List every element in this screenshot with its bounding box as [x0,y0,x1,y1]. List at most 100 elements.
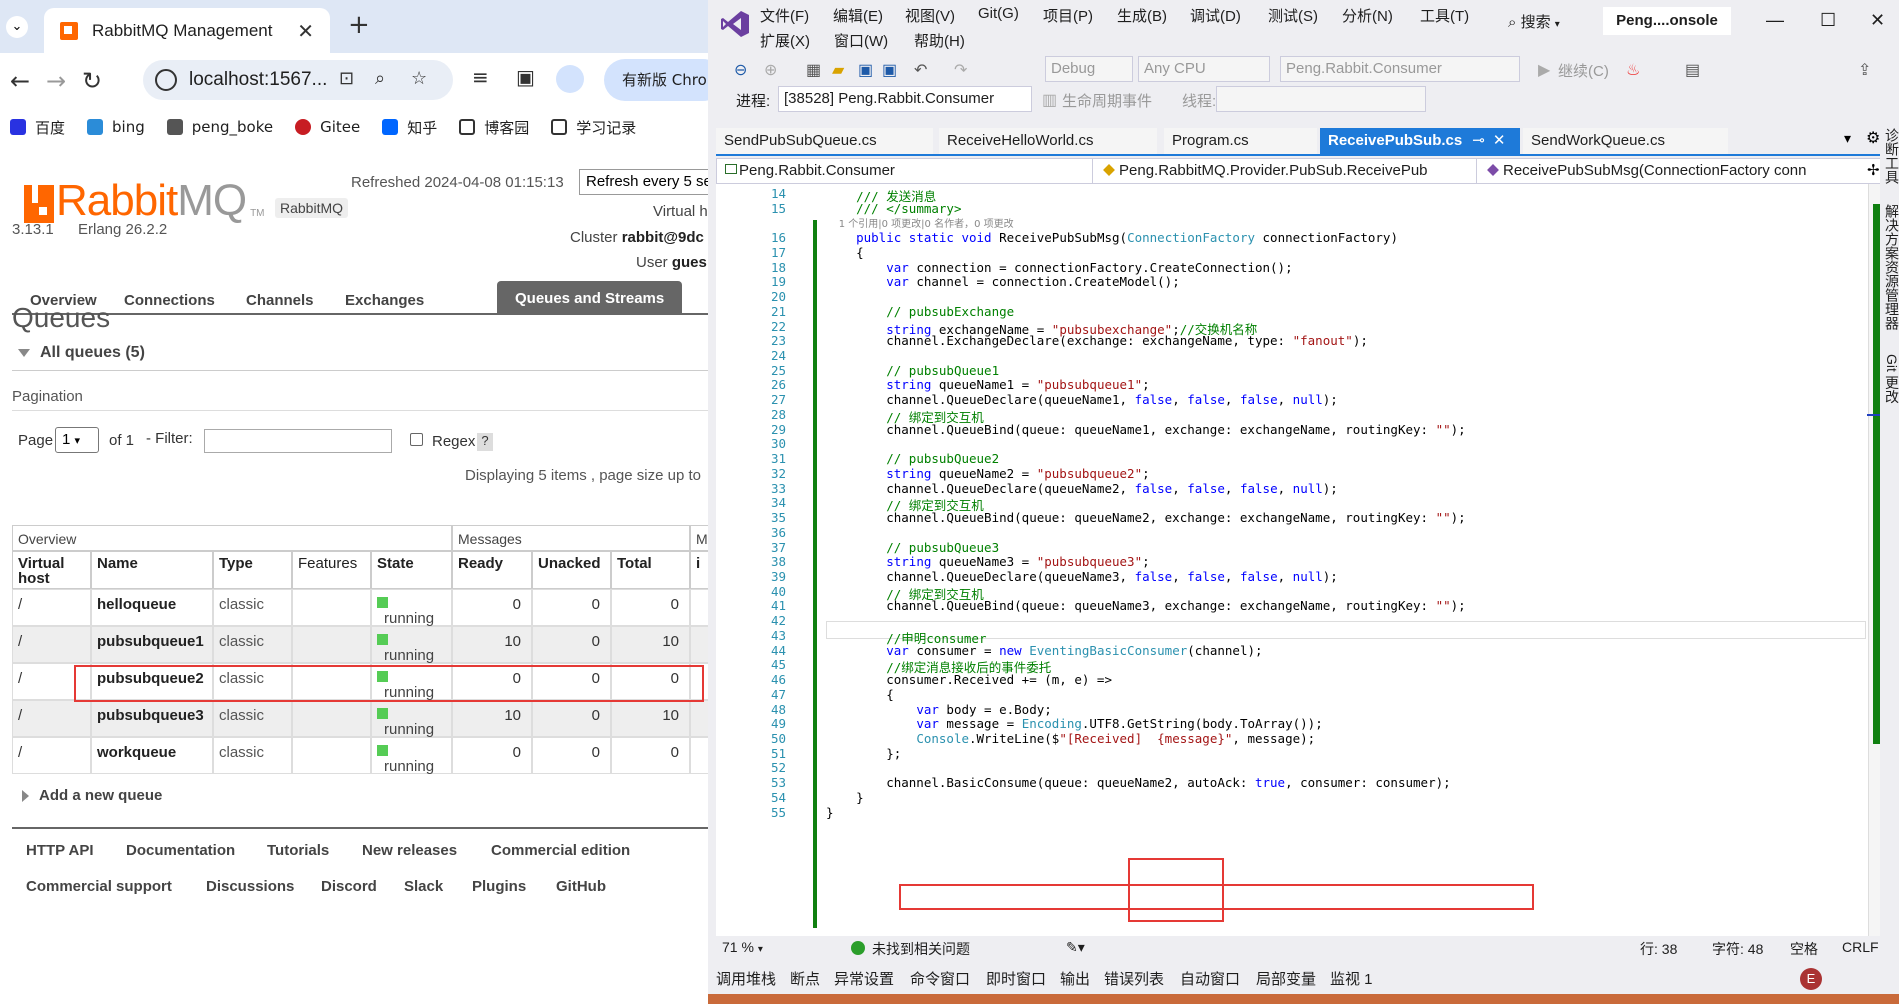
tool-tab-exception-settings[interactable]: 异常设置 [834,968,894,989]
menu-window[interactable]: 窗口(W) [834,30,888,51]
startup-project-select[interactable]: Peng.Rabbit.Consumer [1280,56,1520,82]
minimize-icon[interactable]: — [1766,10,1784,31]
tool-tab-breakpoints[interactable]: 断点 [790,968,820,989]
rail-tab-diagnostic-tools[interactable]: 诊断工具 [1882,128,1899,184]
continue-button[interactable]: 继续(C) [1558,60,1609,81]
col-features[interactable]: Features [292,551,371,589]
footer-link-commercial-edition[interactable]: Commercial edition [491,842,630,859]
queue-name-cell[interactable]: workqueue [91,737,213,774]
footer-link-slack[interactable]: Slack [404,878,443,895]
maximize-icon[interactable]: ☐ [1820,10,1836,31]
col-unacked[interactable]: Unacked [532,551,611,589]
queue-name-cell[interactable]: helloqueue [91,589,213,626]
menu-debug[interactable]: 调试(D) [1190,5,1241,26]
col-ready[interactable]: Ready [452,551,532,589]
footer-link-documentation[interactable]: Documentation [126,842,235,859]
tool-tab-output[interactable]: 输出 [1060,968,1090,989]
footer-link-commercial-support[interactable]: Commercial support [26,878,172,895]
notification-icon[interactable]: E [1800,968,1822,990]
visual-studio-logo-icon[interactable] [720,10,750,38]
new-item-icon[interactable]: ▦ [806,60,821,80]
hot-reload-icon[interactable]: ♨ [1626,60,1640,80]
close-tab-icon[interactable]: ✕ [297,19,314,43]
nav-class-select[interactable]: Peng.RabbitMQ.Provider.PubSub.ReceivePub [1097,159,1477,183]
thread-select[interactable] [1216,86,1426,112]
bookmark-baidu[interactable]: 百度 [10,117,65,138]
nav-tab-channels[interactable]: Channels [228,281,332,315]
footer-link-plugins[interactable]: Plugins [472,878,526,895]
address-bar[interactable]: localhost:1567... ⊡ ⌕ ☆ [143,60,453,100]
nav-tab-queues-and-streams[interactable]: Queues and Streams [497,281,683,315]
nav-project-select[interactable]: Peng.Rabbit.Consumer [717,159,1093,183]
line-ending-indicator[interactable]: CRLF [1842,939,1879,955]
solution-config-select[interactable]: Debug [1045,56,1133,82]
undo-icon[interactable]: ↶ [914,60,927,80]
update-chrome-button[interactable]: 有新版 Chro [604,59,708,101]
doc-tab-sendworkqueue[interactable]: SendWorkQueue.cs [1523,128,1728,154]
navigate-forward-icon[interactable]: ⊕ [764,60,777,80]
menu-analyze[interactable]: 分析(N) [1342,5,1393,26]
code-editor[interactable]: 14 15 16 17 18 19 20 21 22 23 24 25 26 27 28 29 30 31 32 33… [716,184,1886,936]
col-incoming[interactable]: i [690,551,708,589]
regex-help-button[interactable]: ? [477,433,493,451]
tool-tab-watch-1[interactable]: 监视 1 [1330,968,1373,989]
settings-gear-icon[interactable]: ⚙ [1866,128,1880,148]
site-info-icon[interactable] [155,69,177,91]
footer-link-discord[interactable]: Discord [321,878,377,895]
back-icon[interactable]: ← [10,67,30,95]
tool-tab-error-list[interactable]: 错误列表 [1104,968,1164,989]
continue-icon[interactable]: ▶ [1538,60,1550,80]
tab-overflow-icon[interactable]: ▾ [1844,130,1851,147]
nav-member-select[interactable]: ReceivePubSubMsg(ConnectionFactory conn [1481,159,1861,183]
queue-name-cell[interactable]: pubsubqueue3 [91,700,213,737]
reload-icon[interactable]: ↻ [82,67,102,95]
tool-tab-immediate-window[interactable]: 即时窗口 [986,968,1046,989]
split-editor-icon[interactable]: ✢ [1867,161,1880,179]
solution-name-badge[interactable]: Peng....onsole [1603,7,1731,35]
vs-search-box[interactable]: ⌕ 搜索 ▾ [1508,11,1560,32]
menu-project[interactable]: 项目(P) [1043,5,1093,26]
refresh-interval-select[interactable]: Refresh every 5 se [579,169,708,195]
tool-tab-locals[interactable]: 局部变量 [1256,968,1316,989]
side-panel-icon[interactable]: ▣ [516,65,535,89]
nav-tab-exchanges[interactable]: Exchanges [327,281,442,315]
menu-extensions[interactable]: 扩展(X) [760,30,810,51]
doc-tab-sendpubsubqueue[interactable]: SendPubSubQueue.cs [716,128,933,154]
footer-link-github[interactable]: GitHub [556,878,606,895]
rail-tab-solution-explorer[interactable]: 解决方案资源管理器 [1882,204,1899,330]
lifecycle-events-icon[interactable]: ▥ [1042,90,1057,110]
bookmark-study-notes[interactable]: 学习记录 [551,117,636,138]
new-tab-icon[interactable]: + [348,10,370,40]
menu-view[interactable]: 视图(V) [905,5,955,26]
col-total[interactable]: Total [611,551,690,589]
forward-icon[interactable]: → [46,67,66,95]
rail-tab-git-changes[interactable]: Git 更改 [1882,354,1899,404]
open-folder-icon[interactable]: ▰ [832,60,844,80]
close-window-icon[interactable]: ✕ [1870,10,1885,31]
doc-tab-receivehelloworld[interactable]: ReceiveHelloWorld.cs [939,128,1157,154]
col-virtual-host[interactable]: Virtual host [12,551,91,589]
lifecycle-events-button[interactable]: 生命周期事件 [1062,90,1152,111]
footer-link-discussions[interactable]: Discussions [206,878,294,895]
add-new-queue-toggle[interactable]: Add a new queue [22,787,162,804]
redo-icon[interactable]: ↷ [954,60,967,80]
regex-checkbox[interactable] [410,433,423,446]
bookmark-gitee[interactable]: Gitee [295,118,360,136]
footer-link-http-api[interactable]: HTTP API [26,842,94,859]
col-name[interactable]: Name [91,551,213,589]
menu-help[interactable]: 帮助(H) [914,30,965,51]
bookmark-peng-boke[interactable]: peng_boke [166,118,273,136]
save-all-icon[interactable]: ▣ [882,60,897,80]
close-tab-icon[interactable]: ✕ [1493,132,1506,149]
profile-avatar[interactable] [556,65,584,93]
tool-tab-autos[interactable]: 自动窗口 [1180,968,1240,989]
share-icon[interactable]: ⇪ [1858,60,1871,80]
zoom-select[interactable]: 71 % ▾ [722,939,763,955]
menu-tools[interactable]: 工具(T) [1420,5,1469,26]
bookmark-star-icon[interactable]: ☆ [411,68,427,89]
bookmark-bing[interactable]: bing [87,118,145,136]
menu-build[interactable]: 生成(B) [1117,5,1167,26]
col-state[interactable]: State [371,551,452,589]
translate-icon[interactable]: ⊡ [339,68,354,89]
doc-tab-program[interactable]: Program.cs [1164,128,1317,154]
